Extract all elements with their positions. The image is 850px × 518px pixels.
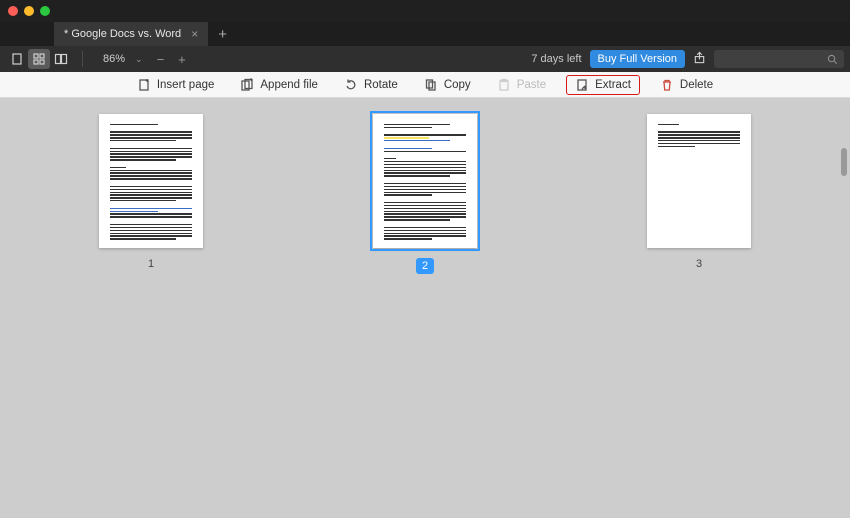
page-thumbnail-1[interactable]: 1 (99, 114, 203, 274)
page-canvas: 1 2 (0, 98, 850, 518)
buy-full-version-button[interactable]: Buy Full Version (590, 50, 685, 68)
copy-label: Copy (444, 79, 471, 91)
tab-bar: * Google Docs vs. Word × + (0, 22, 850, 46)
scrollbar-thumb[interactable] (841, 148, 847, 176)
zoom-out-button[interactable]: − (153, 52, 169, 67)
rotate-icon (344, 78, 358, 92)
new-tab-button[interactable]: + (208, 26, 237, 43)
extract-label: Extract (595, 79, 631, 91)
two-page-view-button[interactable] (50, 49, 72, 69)
window-controls (8, 6, 50, 16)
top-toolbar: 86% ⌄ − + 7 days left Buy Full Version (0, 46, 850, 72)
zoom-dropdown-icon[interactable]: ⌄ (131, 54, 147, 65)
zoom-in-button[interactable]: + (174, 52, 190, 67)
close-tab-icon[interactable]: × (191, 27, 198, 41)
delete-label: Delete (680, 79, 713, 91)
thumbnail-grid-view-button[interactable] (28, 49, 50, 69)
page-thumbnail-3[interactable]: 3 (647, 114, 751, 274)
action-toolbar: Insert page Append file Rotate Copy Past… (0, 72, 850, 98)
append-file-button[interactable]: Append file (234, 75, 324, 95)
search-input[interactable] (714, 50, 844, 68)
paste-icon (497, 78, 511, 92)
insert-page-label: Insert page (157, 79, 215, 91)
page-number-2: 2 (416, 258, 434, 274)
append-file-label: Append file (260, 79, 318, 91)
append-file-icon (240, 78, 254, 92)
rotate-button[interactable]: Rotate (338, 75, 404, 95)
search-icon (827, 54, 838, 65)
page-1-preview (99, 114, 203, 248)
window-titlebar (0, 0, 850, 22)
page-3-preview (647, 114, 751, 248)
delete-button[interactable]: Delete (654, 75, 719, 95)
page-number-3: 3 (696, 258, 702, 270)
copy-icon (424, 78, 438, 92)
insert-page-icon (137, 78, 151, 92)
page-thumbnail-2[interactable]: 2 (373, 114, 477, 274)
extract-button[interactable]: Extract (566, 75, 640, 95)
tab-title: * Google Docs vs. Word (64, 28, 181, 40)
zoom-control: 86% ⌄ − + (103, 52, 190, 67)
copy-button[interactable]: Copy (418, 75, 477, 95)
minimize-window-button[interactable] (24, 6, 34, 16)
single-page-view-button[interactable] (6, 49, 28, 69)
page-number-1: 1 (148, 258, 154, 270)
trash-icon (660, 78, 674, 92)
share-icon[interactable] (693, 51, 706, 67)
paste-button: Paste (491, 75, 552, 95)
maximize-window-button[interactable] (40, 6, 50, 16)
close-window-button[interactable] (8, 6, 18, 16)
rotate-label: Rotate (364, 79, 398, 91)
document-tab[interactable]: * Google Docs vs. Word × (54, 22, 208, 46)
page-2-preview (373, 114, 477, 248)
extract-icon (575, 78, 589, 92)
zoom-value[interactable]: 86% (103, 53, 125, 65)
paste-label: Paste (517, 79, 546, 91)
vertical-scrollbar[interactable] (840, 98, 848, 518)
trial-days-left: 7 days left (531, 53, 581, 65)
insert-page-button[interactable]: Insert page (131, 75, 221, 95)
